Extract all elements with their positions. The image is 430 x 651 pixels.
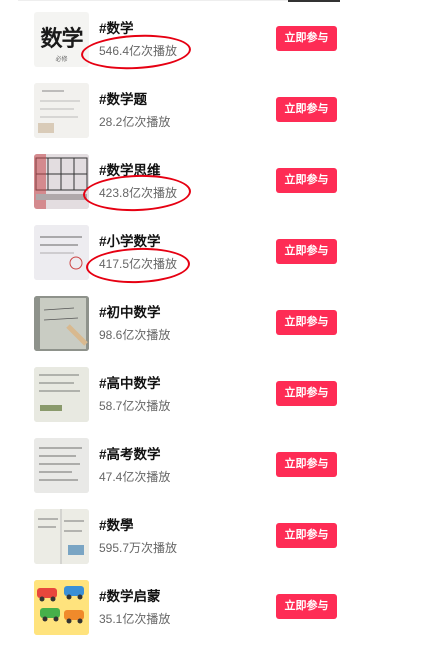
view-count: 546.4亿次播放 xyxy=(99,44,178,58)
hashtag-thumbnail[interactable] xyxy=(34,580,89,635)
handwriting-thumbnail-art xyxy=(34,83,89,138)
exam-thumbnail-art xyxy=(34,438,89,493)
view-count: 98.6亿次播放 xyxy=(99,328,171,342)
hashtag-title[interactable]: #数学启蒙 xyxy=(99,585,161,605)
join-button[interactable]: 立即参与 xyxy=(276,239,337,264)
join-button[interactable]: 立即参与 xyxy=(276,594,337,619)
top-tab-indicator xyxy=(288,0,340,2)
hashtag-title[interactable]: #数学 xyxy=(99,17,134,37)
hashtag-thumbnail[interactable] xyxy=(34,296,89,351)
hashtag-row-primary-math[interactable]: #小学数学 417.5亿次播放 立即参与 xyxy=(0,225,430,296)
join-button[interactable]: 立即参与 xyxy=(276,452,337,477)
formula-thumbnail-art xyxy=(34,367,89,422)
hashtag-title[interactable]: #数学题 xyxy=(99,88,147,108)
view-count: 35.1亿次播放 xyxy=(99,612,171,626)
hashtag-title[interactable]: #数学思维 xyxy=(99,159,161,179)
hashtag-title[interactable]: #初中数学 xyxy=(99,301,161,321)
hashtag-title[interactable]: #数學 xyxy=(99,514,134,534)
notes-thumbnail-art xyxy=(34,509,89,564)
hashtag-thumbnail[interactable] xyxy=(34,367,89,422)
cartoon-cars-thumbnail-art xyxy=(34,580,89,635)
hashtag-thumbnail[interactable] xyxy=(34,154,89,209)
puzzle-thumbnail-art xyxy=(34,154,89,209)
hashtag-title[interactable]: #高中数学 xyxy=(99,372,161,392)
worksheet-thumbnail-art xyxy=(34,225,89,280)
join-button[interactable]: 立即参与 xyxy=(276,26,337,51)
join-button[interactable]: 立即参与 xyxy=(276,523,337,548)
notebook-thumbnail-art xyxy=(34,296,89,351)
view-count: 423.8亿次播放 xyxy=(99,186,178,200)
hashtag-row-math[interactable]: 数学 必修 #数学 546.4亿次播放 立即参与 xyxy=(0,12,430,83)
hashtag-thumbnail[interactable]: 数学 必修 xyxy=(34,12,89,67)
thumbnail-subtitle: 必修 xyxy=(55,57,68,63)
hashtag-row-gaokao-math[interactable]: #高考数学 47.4亿次播放 立即参与 xyxy=(0,438,430,509)
hashtag-row-math-problems[interactable]: #数学题 28.2亿次播放 立即参与 xyxy=(0,83,430,154)
view-count: 417.5亿次播放 xyxy=(99,257,178,271)
hashtag-thumbnail[interactable] xyxy=(34,83,89,138)
hashtag-title[interactable]: #小学数学 xyxy=(99,230,161,250)
join-button[interactable]: 立即参与 xyxy=(276,310,337,335)
hashtag-row-high-school-math[interactable]: #高中数学 58.7亿次播放 立即参与 xyxy=(0,367,430,438)
hashtag-title[interactable]: #高考数学 xyxy=(99,443,161,463)
thumbnail-title: 数学 xyxy=(40,26,83,52)
hashtag-row-math-thinking[interactable]: #数学思维 423.8亿次播放 立即参与 xyxy=(0,154,430,225)
join-button[interactable]: 立即参与 xyxy=(276,97,337,122)
hashtag-thumbnail[interactable] xyxy=(34,509,89,564)
hashtag-row-math-enlightenment[interactable]: #数学启蒙 35.1亿次播放 立即参与 xyxy=(0,580,430,651)
hashtag-row-math-traditional[interactable]: #数學 595.7万次播放 立即参与 xyxy=(0,509,430,580)
hashtag-thumbnail[interactable] xyxy=(34,225,89,280)
view-count: 47.4亿次播放 xyxy=(99,470,171,484)
hashtag-thumbnail[interactable] xyxy=(34,438,89,493)
view-count: 58.7亿次播放 xyxy=(99,399,171,413)
join-button[interactable]: 立即参与 xyxy=(276,168,337,193)
view-count: 595.7万次播放 xyxy=(99,541,178,555)
view-count: 28.2亿次播放 xyxy=(99,115,171,129)
hashtag-row-middle-school-math[interactable]: #初中数学 98.6亿次播放 立即参与 xyxy=(0,296,430,367)
join-button[interactable]: 立即参与 xyxy=(276,381,337,406)
